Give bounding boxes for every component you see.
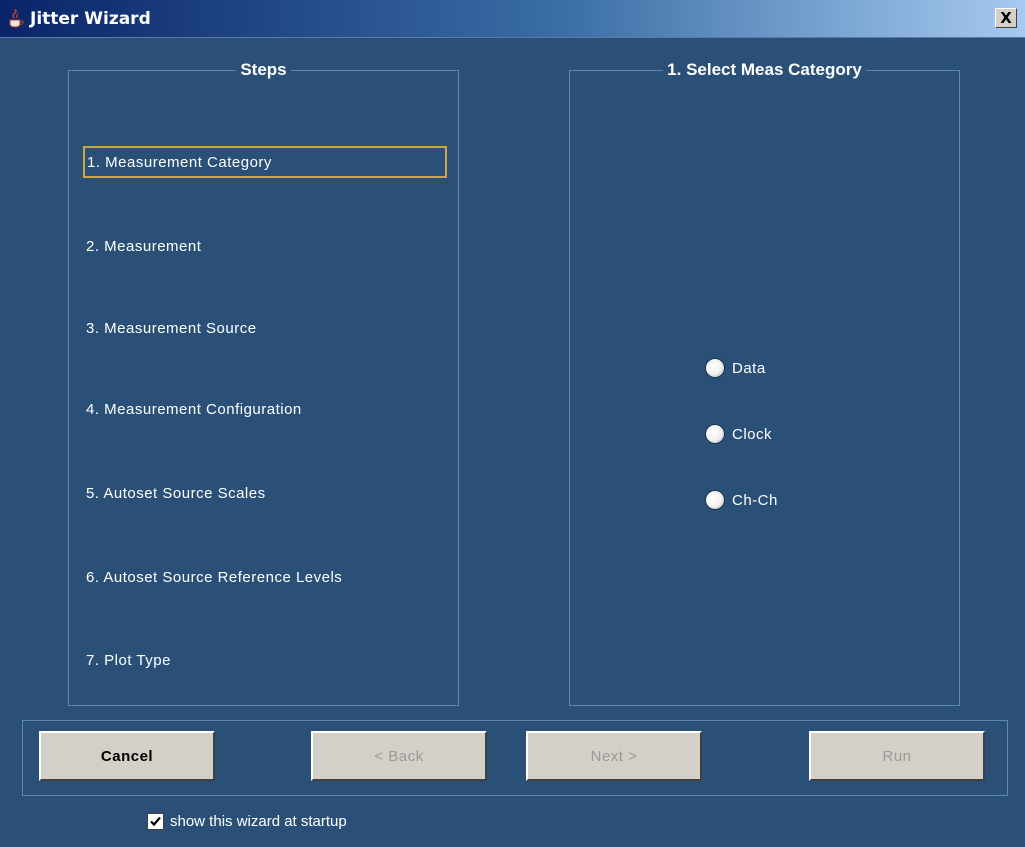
radio-button-icon[interactable]	[706, 425, 724, 443]
radio-button-icon[interactable]	[706, 359, 724, 377]
window-title: Jitter Wizard	[30, 9, 151, 29]
checkmark-icon	[150, 816, 161, 826]
steps-panel: Steps 1. Measurement Category 2. Measure…	[68, 60, 459, 706]
close-button[interactable]: X	[995, 8, 1017, 28]
radio-data[interactable]: Data	[706, 357, 766, 379]
steps-panel-title: Steps	[236, 60, 291, 79]
title-bar[interactable]: Jitter Wizard X	[0, 0, 1025, 38]
radio-clock-label: Clock	[732, 425, 773, 443]
step-autoset-source-scales[interactable]: 5. Autoset Source Scales	[83, 478, 447, 510]
run-button[interactable]: Run	[809, 731, 985, 781]
step-measurement[interactable]: 2. Measurement	[83, 231, 447, 263]
wizard-body: Steps 1. Measurement Category 2. Measure…	[12, 38, 1012, 847]
step-plot-type[interactable]: 7. Plot Type	[83, 645, 447, 677]
startup-checkbox[interactable]	[147, 812, 164, 830]
back-button[interactable]: < Back	[311, 731, 487, 781]
radio-clock[interactable]: Clock	[706, 423, 772, 445]
startup-checkbox-label: show this wizard at startup	[170, 812, 347, 830]
close-icon: X	[1000, 8, 1012, 27]
radio-ch-ch[interactable]: Ch-Ch	[706, 489, 778, 511]
step-measurement-category[interactable]: 1. Measurement Category	[83, 146, 447, 178]
java-cup-icon	[6, 8, 26, 29]
cancel-button[interactable]: Cancel	[39, 731, 215, 781]
next-button[interactable]: Next >	[526, 731, 702, 781]
button-bar: Cancel < Back Next > Run	[22, 720, 1008, 796]
startup-option[interactable]: show this wizard at startup	[147, 810, 347, 832]
category-panel-title: 1. Select Meas Category	[663, 60, 866, 79]
step-measurement-source[interactable]: 3. Measurement Source	[83, 313, 447, 345]
radio-data-label: Data	[732, 359, 766, 377]
radio-button-icon[interactable]	[706, 491, 724, 509]
radio-ch-ch-label: Ch-Ch	[732, 491, 778, 509]
step-autoset-source-reference-levels[interactable]: 6. Autoset Source Reference Levels	[83, 562, 447, 594]
category-panel: 1. Select Meas Category Data Clock Ch-Ch	[569, 60, 960, 706]
step-measurement-configuration[interactable]: 4. Measurement Configuration	[83, 394, 447, 426]
